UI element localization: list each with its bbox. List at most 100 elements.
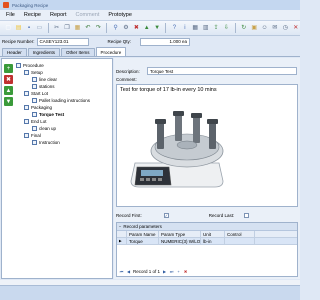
column-header[interactable]: Param Name [127, 231, 159, 237]
tab-header[interactable]: Header [2, 48, 27, 56]
tree-node[interactable]: stations [16, 83, 90, 90]
tree-node-label: Packaging [31, 105, 53, 110]
tree-node-label: Torque Test [39, 112, 65, 117]
menu-prototype[interactable]: Prototype [108, 12, 132, 18]
redo-icon[interactable]: ↷ [94, 24, 102, 33]
recipe-qty-field[interactable]: 1.000 ea [140, 37, 191, 46]
recipe-number-field[interactable]: CASEY123.01 [36, 37, 89, 46]
comment-editor[interactable]: Test for torque of 17 lb-in every 10 min… [116, 84, 298, 207]
tab-other-items[interactable]: Other Items [61, 48, 95, 56]
prev-record-icon[interactable]: ◀ [126, 269, 131, 274]
print-icon[interactable]: ▭ [35, 24, 43, 33]
tree-node[interactable]: End Lot [16, 118, 90, 125]
tree-node-label: Start Lot [31, 91, 49, 96]
tree-node-label: clean up [39, 126, 57, 131]
parameters-grid-header: Param Name Param Type Unit Control [117, 231, 297, 238]
first-record-icon[interactable]: ⏮ [119, 269, 124, 274]
lock-icon[interactable]: ▣ [250, 24, 258, 33]
record-navigator: ⏮ ◀ Record 1 of 1 ▶ ⏭ + ✖ [119, 269, 188, 274]
tree-node[interactable]: Instruction [16, 139, 90, 146]
recipe-qty-label: Recipe Qty: [107, 39, 132, 44]
record-position: Record 1 of 1 [133, 269, 161, 274]
menu-comment[interactable]: Comment [76, 12, 100, 18]
add-record-icon[interactable]: + [176, 269, 181, 274]
paste-icon[interactable]: ▦ [73, 24, 81, 33]
mail-icon[interactable]: ✉ [271, 24, 279, 33]
menu-bar: File Recipe Report Comment Prototype [0, 10, 300, 21]
record-first-label: Record First: [116, 212, 142, 218]
record-last-checkbox[interactable] [244, 212, 250, 218]
tree-node-icon [32, 140, 37, 145]
delete-icon[interactable]: ✖ [4, 75, 13, 84]
tree-node-label: Final [31, 133, 41, 138]
import-icon[interactable]: ⇩ [222, 24, 230, 33]
user-icon[interactable]: ☺ [260, 24, 268, 33]
help-icon[interactable]: ? [170, 24, 178, 33]
add-icon[interactable]: + [4, 64, 13, 73]
refresh-icon[interactable]: ↻ [240, 24, 248, 33]
column-header[interactable]: Unit [201, 231, 225, 237]
delete-icon[interactable]: ✖ [132, 24, 140, 33]
tree-toolbar: + ✖ ▲ ▼ [4, 64, 13, 106]
next-record-icon[interactable]: ▶ [162, 269, 167, 274]
new-icon[interactable]: ▢ [4, 24, 12, 33]
tree-node[interactable]: Packaging [16, 104, 90, 111]
undo-icon[interactable]: ↶ [84, 24, 92, 33]
tab-procedure[interactable]: Procedure [95, 47, 127, 56]
collapse-icon[interactable]: − [119, 224, 121, 229]
save-icon[interactable]: ▪ [25, 24, 33, 33]
tree-node-label: End Lot [31, 119, 47, 124]
open-icon[interactable]: ▤ [14, 24, 22, 33]
column-header[interactable]: Control [225, 231, 255, 237]
table-cell[interactable]: Torque [127, 238, 159, 244]
tab-ingredients[interactable]: Ingredients [27, 48, 61, 56]
clock-icon[interactable]: ◷ [281, 24, 289, 33]
tree-node[interactable]: Final [16, 132, 90, 139]
last-record-icon[interactable]: ⏭ [169, 269, 174, 274]
description-field[interactable]: Torque Test [147, 67, 297, 75]
export-icon[interactable]: ⇪ [212, 24, 220, 33]
tree-node-icon [24, 119, 29, 124]
search-icon[interactable]: ⚲ [111, 24, 119, 33]
copy-icon[interactable]: ❐ [63, 24, 71, 33]
move-down-icon[interactable]: ▼ [4, 97, 13, 106]
down-icon[interactable]: ▼ [153, 24, 161, 33]
delete-record-icon[interactable]: ✖ [183, 269, 188, 274]
record-options-row: Record First: ✓ Record Last: [116, 211, 298, 219]
toolbar-separator [47, 23, 49, 33]
menu-file[interactable]: File [6, 12, 15, 18]
column-header[interactable]: Param Type [159, 231, 201, 237]
table-row[interactable]: ▶ Torque NUMERIC(3) W/LO... lb-in [117, 238, 297, 245]
tree-node[interactable]: Setup [16, 69, 90, 76]
record-first-checkbox[interactable]: ✓ [163, 212, 169, 218]
menu-recipe[interactable]: Recipe [24, 12, 41, 18]
tree-node-icon [32, 77, 37, 82]
menu-report[interactable]: Report [50, 12, 67, 18]
tree-node[interactable]: Start Lot [16, 90, 90, 97]
cut-icon[interactable]: ✂ [53, 24, 61, 33]
table-cell[interactable] [225, 238, 255, 244]
tree-node[interactable]: Procedure [16, 62, 90, 69]
table-cell[interactable]: NUMERIC(3) W/LO... [159, 238, 201, 244]
chart-icon[interactable]: ▥ [201, 24, 209, 33]
tree-node-label: Procedure [23, 63, 44, 68]
recipe-bar: Recipe Number: CASEY123.01 Recipe Qty: 1… [0, 36, 300, 47]
tree-node-label: Instruction [39, 140, 60, 145]
grid-icon[interactable]: ▦ [191, 24, 199, 33]
move-up-icon[interactable]: ▲ [4, 86, 13, 95]
tree-node[interactable]: Torque Test [16, 111, 90, 118]
info-icon[interactable]: i [181, 24, 189, 33]
up-icon[interactable]: ▲ [143, 24, 151, 33]
close-icon[interactable]: ✕ [292, 24, 300, 33]
toolbar-separator [106, 23, 108, 33]
tree-node[interactable]: line clear [16, 76, 90, 83]
table-cell[interactable]: lb-in [201, 238, 225, 244]
tree-node[interactable]: clean up [16, 125, 90, 132]
comment-label: Comment: [116, 77, 137, 82]
tree-node-icon [24, 105, 29, 110]
settings-icon[interactable]: ⚙ [122, 24, 130, 33]
recipe-number-value: CASEY123.01 [39, 39, 69, 44]
tree-node[interactable]: Pallet loading instructions [16, 97, 90, 104]
recipe-qty-value: 1.000 ea [169, 39, 188, 44]
record-parameters-header[interactable]: − Record parameters [117, 223, 297, 231]
